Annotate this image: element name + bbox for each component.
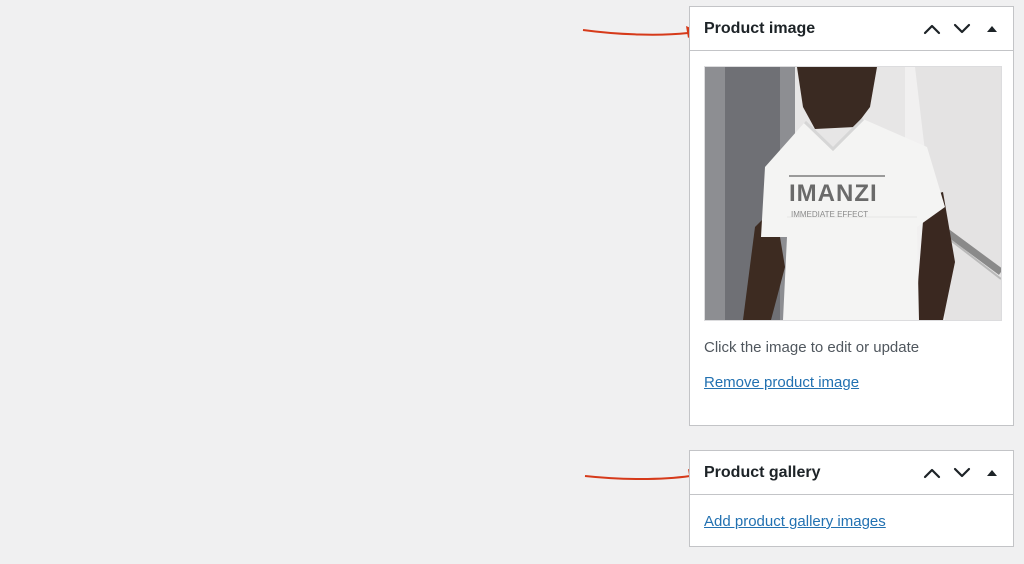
chevron-up-icon bbox=[923, 468, 941, 478]
product-gallery-metabox: Product gallery Add product gallery imag… bbox=[689, 450, 1014, 547]
add-gallery-images-link[interactable]: Add product gallery images bbox=[704, 513, 886, 530]
shirt-print-sub: IMMEDIATE EFFECT bbox=[791, 210, 868, 219]
move-up-button[interactable] bbox=[917, 14, 947, 44]
product-image-thumbnail[interactable]: IMANZI IMMEDIATE EFFECT bbox=[704, 66, 1002, 321]
product-image-body: IMANZI IMMEDIATE EFFECT Click the image … bbox=[690, 66, 1013, 392]
annotation-arrow-product-gallery bbox=[584, 469, 700, 481]
remove-product-image-link[interactable]: Remove product image bbox=[704, 374, 859, 391]
edit-image-help-text: Click the image to edit or update bbox=[704, 339, 920, 356]
toggle-panel-button[interactable] bbox=[977, 14, 1007, 44]
product-photo: IMANZI IMMEDIATE EFFECT bbox=[705, 67, 1001, 320]
product-image-metabox: Product image IMANZI IMMEDIATE EFFECT Cl… bbox=[689, 6, 1014, 426]
chevron-down-icon bbox=[953, 467, 971, 477]
product-gallery-handle-actions bbox=[917, 458, 1007, 488]
product-image-header: Product image bbox=[690, 7, 1013, 51]
product-gallery-title: Product gallery bbox=[704, 463, 821, 481]
chevron-down-icon bbox=[953, 23, 971, 33]
shirt-print-main: IMANZI bbox=[789, 180, 878, 207]
gallery-move-down-button[interactable] bbox=[947, 458, 977, 488]
gallery-toggle-panel-button[interactable] bbox=[977, 458, 1007, 488]
move-down-button[interactable] bbox=[947, 14, 977, 44]
triangle-up-icon bbox=[987, 469, 997, 476]
product-image-handle-actions bbox=[917, 14, 1007, 44]
product-image-title: Product image bbox=[704, 19, 816, 37]
annotation-arrow-product-image bbox=[582, 26, 698, 38]
product-gallery-body: Add product gallery images bbox=[690, 495, 1013, 531]
chevron-up-icon bbox=[923, 24, 941, 34]
product-gallery-header: Product gallery bbox=[690, 451, 1013, 495]
gallery-move-up-button[interactable] bbox=[917, 458, 947, 488]
triangle-up-icon bbox=[987, 25, 997, 32]
